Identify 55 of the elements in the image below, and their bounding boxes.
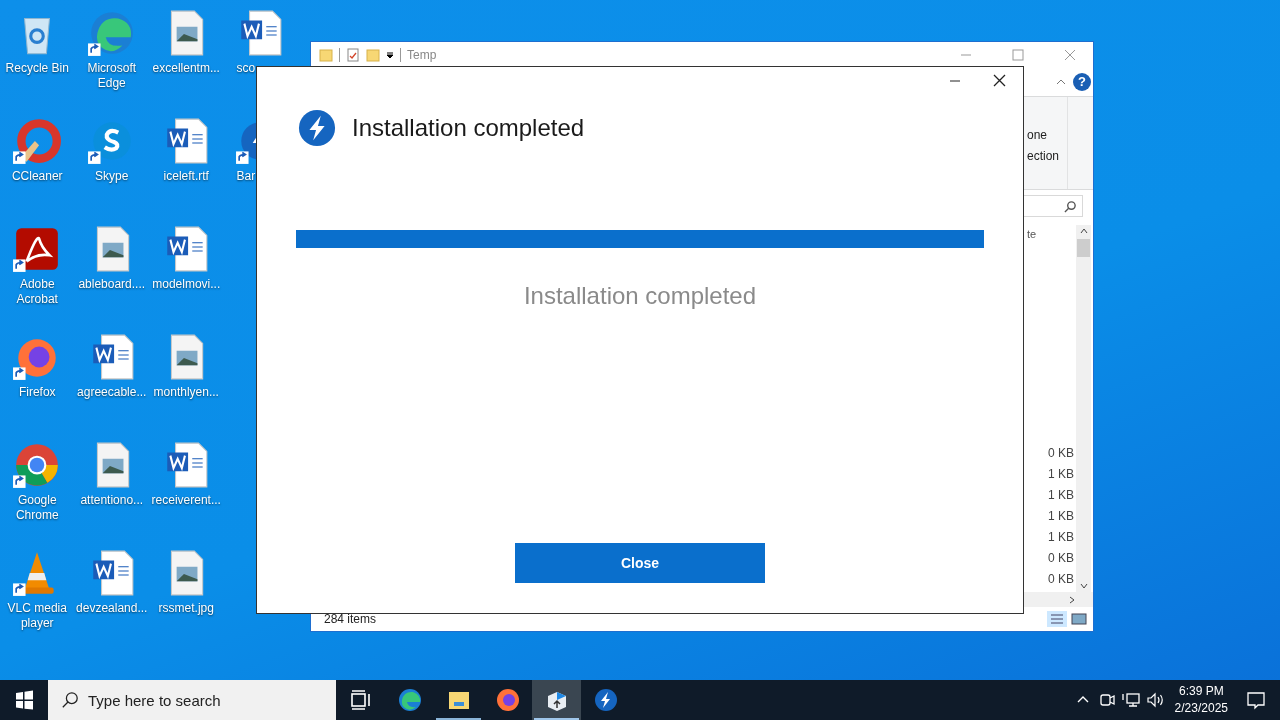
thumbnail-view-icon[interactable] — [1069, 611, 1089, 627]
icon-label: devzealand... — [76, 601, 148, 616]
vertical-scrollbar[interactable] — [1076, 225, 1091, 592]
volume-icon[interactable] — [1144, 690, 1165, 710]
network-icon[interactable] — [1120, 690, 1141, 710]
file-size-cell-text: 0 KB — [1048, 550, 1074, 567]
lightning-icon — [593, 688, 618, 712]
icon-label: Adobe Acrobat — [15, 277, 59, 307]
firefox-icon — [495, 688, 520, 712]
icon-label: modelmovi... — [152, 277, 221, 292]
file-size-cell-text: 1 KB — [1048, 508, 1074, 525]
dialog-title: Installation completed — [352, 114, 585, 142]
close-button[interactable]: Close — [515, 543, 765, 583]
scrollbar-thumb[interactable] — [1077, 239, 1090, 257]
lightning-icon — [298, 109, 336, 147]
clock-date[interactable]: 2/23/2025 — [1174, 700, 1228, 717]
properties-icon[interactable] — [346, 48, 360, 62]
task-view-icon — [348, 688, 373, 712]
file-size-cell-text: 1 KB — [1048, 529, 1074, 546]
icon-label: monthlyen... — [153, 385, 219, 400]
search-field[interactable]: Type here to search — [48, 680, 336, 720]
icon-label: Bar — [236, 169, 256, 184]
clock-time[interactable]: 6:39 PM — [1178, 683, 1224, 700]
icon-label: iceleft.rtf — [163, 169, 209, 184]
icon-label: rssmet.jpg — [158, 601, 214, 616]
window-title: Temp — [407, 48, 437, 62]
notifications-icon[interactable] — [1246, 690, 1266, 710]
ribbon-label[interactable]: ection — [1027, 148, 1067, 163]
icon-label: excellentm... — [152, 61, 220, 76]
file-size-cell-text: 0 KB — [1048, 571, 1074, 588]
icon-label: agreecable... — [77, 385, 147, 400]
icon-label: Microsoft Edge — [86, 61, 138, 91]
icon-label: sco — [236, 61, 256, 76]
search-icon — [1064, 199, 1077, 213]
icon-label: ableboard.... — [78, 277, 146, 292]
icon-label: Firefox — [18, 385, 56, 400]
icon-label: CCleaner — [11, 169, 63, 184]
icon-label: Recycle Bin — [5, 61, 69, 76]
item-count: 284 items — [324, 612, 377, 626]
status-message: Installation completed — [523, 282, 757, 310]
icon-label: Skype — [95, 169, 129, 184]
column-header[interactable]: te — [1027, 228, 1076, 240]
file-size-cell-text: 1 KB — [1048, 487, 1074, 504]
file-size-cell-text: 0 KB — [1048, 445, 1074, 462]
icon-label: receiverent... — [151, 493, 221, 508]
edge-icon — [397, 688, 422, 712]
icon-label: attentiono... — [80, 493, 144, 508]
help-button[interactable]: ? — [1073, 73, 1091, 91]
ribbon-label[interactable]: one — [1027, 127, 1067, 142]
icon-label: VLC media player — [6, 601, 68, 631]
icon-label: Google Chrome — [14, 493, 60, 523]
taskbar-button[interactable] — [532, 680, 581, 720]
dropdown-icon[interactable] — [386, 51, 394, 59]
file-size-cell-text: 1 KB — [1048, 466, 1074, 483]
search-icon — [61, 691, 79, 709]
